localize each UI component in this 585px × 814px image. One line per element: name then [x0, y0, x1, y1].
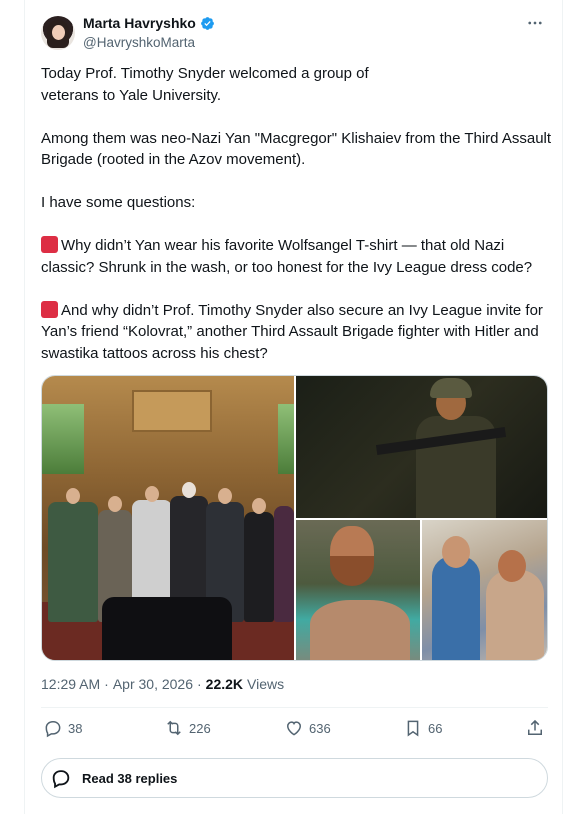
read-replies-label: Read 38 replies — [82, 770, 178, 786]
tweet-date[interactable]: Apr 30, 2026 — [113, 676, 193, 692]
read-replies-button[interactable]: Read 38 replies — [41, 758, 548, 798]
author-name-row: Marta Havryshko — [83, 15, 215, 31]
divider — [41, 707, 548, 708]
photo-soldier-helmet — [430, 378, 472, 398]
more-icon[interactable] — [524, 12, 546, 34]
photo-person-head — [252, 498, 266, 514]
tweet-meta: 12:29 AM · Apr 30, 2026 · 22.2K Views — [41, 676, 284, 692]
photo-person — [274, 506, 294, 622]
action-bar: 38 226 636 66 — [41, 718, 548, 742]
red-square-icon — [41, 236, 58, 253]
photo-torso — [310, 600, 410, 660]
views-count: 22.2K — [205, 676, 244, 692]
repost-count: 226 — [189, 720, 211, 736]
heart-icon — [286, 721, 302, 736]
media-grid — [41, 375, 548, 661]
reply-icon — [45, 721, 61, 738]
photo-window — [278, 404, 294, 474]
author-display-name[interactable]: Marta Havryshko — [83, 15, 196, 31]
photo-person — [432, 556, 480, 660]
media-photo-tattooed-man[interactable] — [296, 520, 420, 660]
tweet-paragraph-2: Among them was neo-Nazi Yan "Macgregor" … — [41, 129, 552, 169]
tweet-card: Marta Havryshko @HavryshkoMarta Today Pr… — [24, 0, 563, 814]
photo-person — [486, 570, 544, 660]
views-label: Views — [247, 676, 285, 692]
avatar-face — [52, 25, 65, 40]
repost-icon — [167, 720, 181, 736]
share-button[interactable] — [525, 718, 545, 738]
photo-person-head — [145, 486, 159, 502]
photo-person — [48, 502, 98, 622]
bookmark-count: 66 — [428, 720, 443, 736]
tweet-text-part: veterans to Yale University. — [41, 86, 222, 104]
tweet-paragraph-5: And why didn’t Prof. Timothy Snyder also… — [41, 300, 556, 365]
photo-person-head — [66, 488, 80, 504]
tweet-paragraph-3: I have some questions: — [41, 194, 196, 211]
tweet-text-part: And why didn’t Prof. Timothy Snyder also… — [41, 301, 543, 362]
photo-person-head — [498, 550, 526, 582]
tweet-time[interactable]: 12:29 AM — [41, 676, 100, 692]
ukraine-flag-icon — [373, 67, 391, 79]
photo-person-head — [442, 536, 470, 568]
photo-person-head — [182, 482, 196, 498]
tweet-paragraph-4: Why didn’t Yan wear his favorite Wolfsan… — [41, 235, 556, 278]
repost-button[interactable]: 226 — [164, 718, 211, 738]
photo-black-drape — [102, 597, 232, 660]
avatar[interactable] — [41, 16, 75, 50]
media-photo-soldier[interactable] — [296, 376, 547, 518]
tweet-paragraph-1: Today Prof. Timothy Snyder welcomed a gr… — [41, 63, 556, 85]
reply-count: 38 — [68, 720, 83, 736]
photo-person-head — [108, 496, 122, 512]
photo-wall-carving — [132, 390, 212, 432]
like-count: 636 — [309, 720, 331, 736]
photo-window — [42, 404, 84, 474]
reply-icon — [52, 770, 70, 789]
media-photo-hospital[interactable] — [422, 520, 547, 660]
tweet-text: Today Prof. Timothy Snyder welcomed a gr… — [41, 63, 556, 364]
tweet-text-part: Today Prof. Timothy Snyder welcomed a gr… — [41, 65, 373, 82]
photo-beard — [330, 556, 374, 586]
bookmark-button[interactable]: 66 — [403, 718, 442, 738]
tweet-text-part: Why didn’t Yan wear his favorite Wolfsan… — [41, 237, 533, 276]
media-photo-group[interactable] — [42, 376, 294, 660]
meta-separator: · — [197, 676, 202, 692]
verified-icon — [200, 16, 214, 30]
reply-button[interactable]: 38 — [43, 718, 82, 738]
share-icon — [528, 719, 542, 735]
photo-person — [244, 512, 274, 622]
meta-separator: · — [104, 676, 109, 692]
author-handle[interactable]: @HavryshkoMarta — [83, 35, 195, 50]
red-square-icon — [41, 300, 58, 318]
bookmark-icon — [407, 720, 419, 737]
photo-person-head — [218, 488, 232, 504]
like-button[interactable]: 636 — [284, 718, 331, 738]
